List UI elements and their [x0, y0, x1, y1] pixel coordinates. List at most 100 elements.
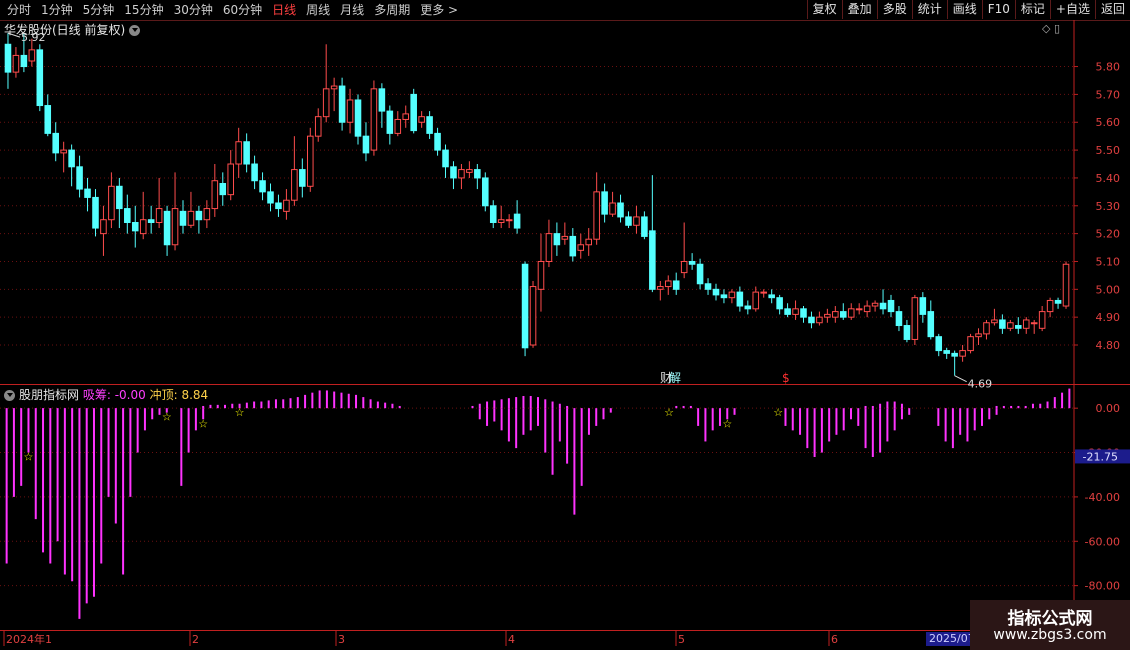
indicator-tick-label: 0.00 [1096, 402, 1121, 415]
candle-up [12, 54, 20, 73]
candle-down [712, 288, 720, 296]
candle-up [139, 219, 147, 235]
candle-down [784, 308, 791, 315]
date-label: 2024年1 [6, 632, 52, 646]
candle-up [561, 235, 569, 240]
star-icon: ☆ [235, 406, 245, 419]
price-tick-label: 5.50 [1096, 144, 1121, 157]
event-marker-unlock: 解 [669, 371, 681, 385]
date-label: 3 [338, 633, 345, 646]
candle-up [585, 238, 592, 246]
candle-down [275, 202, 282, 210]
price-tick-label: 5.60 [1096, 116, 1121, 129]
candle-down [92, 196, 99, 229]
candle-up [466, 169, 473, 173]
star-icon: ☆ [664, 406, 674, 419]
candle-down [338, 85, 346, 123]
candle-up [871, 302, 879, 307]
candle-down [386, 110, 394, 134]
candle-down [839, 311, 847, 318]
candle-up [752, 291, 760, 310]
diamond-icon[interactable]: ◇ [1042, 22, 1050, 35]
candle-down [1054, 299, 1062, 304]
candle-down [147, 219, 155, 223]
candle-down [20, 54, 28, 68]
star-icon: ☆ [722, 417, 732, 430]
candle-down [521, 263, 529, 349]
indicator-tick-label: -60.00 [1085, 535, 1120, 548]
candle-down [362, 135, 370, 154]
candle-up [28, 49, 36, 62]
candle-down [641, 216, 648, 237]
candle-up [855, 308, 863, 311]
price-tick-label: 5.20 [1096, 228, 1121, 241]
candle-up [100, 219, 107, 235]
candle-down [704, 283, 712, 290]
indicator-tick-label: -80.00 [1085, 580, 1120, 593]
candle-up [609, 202, 616, 215]
candle-down [569, 235, 577, 257]
candle-up [155, 208, 163, 223]
indicator-value-top: 冲顶: 8.84 [149, 388, 209, 402]
candle-down [935, 336, 943, 352]
candle-down [124, 208, 131, 223]
candle-up [529, 286, 537, 346]
candle-up [816, 316, 823, 324]
date-label: 5 [678, 633, 685, 646]
candle-up [330, 85, 338, 90]
chevron-down-icon[interactable] [4, 390, 15, 401]
candle-down [434, 132, 441, 151]
candle-down [482, 177, 489, 207]
candle-down [259, 180, 266, 193]
candle-up [394, 118, 402, 134]
candle-down [736, 291, 744, 307]
candle-down [768, 294, 775, 299]
candle-down [951, 352, 958, 357]
watermark: 指标公式网 www.zbgs3.com [970, 600, 1130, 650]
candle-down [378, 88, 386, 112]
candle-up [1030, 322, 1038, 325]
candle-up [1046, 299, 1054, 313]
candle-down [927, 311, 935, 338]
watermark-url: www.zbgs3.com [993, 627, 1107, 643]
candle-down [4, 43, 12, 73]
candle-up [370, 88, 378, 151]
candle-down [116, 185, 123, 210]
candle-down [776, 297, 783, 310]
candle-up [505, 219, 513, 222]
candle-down [68, 149, 75, 168]
chevron-down-icon[interactable] [129, 25, 141, 36]
candle-down [450, 166, 457, 179]
candle-down [426, 116, 433, 134]
candle-up [1007, 322, 1014, 329]
candle-down [808, 316, 815, 324]
candle-down [474, 169, 481, 179]
candle-down [919, 297, 927, 315]
candle-down [696, 263, 704, 285]
candle-up [911, 297, 919, 340]
candle-down [44, 105, 52, 134]
main-chart-title: 华发股份(日线 前复权) [4, 21, 141, 38]
candle-up [792, 308, 799, 315]
candle-up [975, 333, 982, 338]
low-marker-line [954, 375, 967, 383]
candle-up [657, 286, 664, 290]
watermark-title: 指标公式网 [1007, 609, 1093, 629]
window-icon[interactable]: ▯ [1054, 22, 1060, 35]
price-tick-label: 5.00 [1096, 283, 1121, 296]
kline-chart[interactable]: 4.80 4.90 5.00 5.10 5.20 5.30 5.40 5.50 5.60 5.70… [0, 0, 1130, 650]
candle-down [179, 210, 187, 226]
price-tick-label: 4.90 [1096, 311, 1121, 324]
candle-up [203, 208, 211, 221]
candle-down [195, 210, 203, 221]
stock-title: 华发股份(日线 前复权) [4, 23, 126, 37]
candle-down [601, 191, 608, 215]
candle-up [306, 135, 314, 187]
candle-down [36, 49, 44, 107]
star-icon: ☆ [773, 406, 783, 419]
candle-down [84, 188, 91, 198]
candle-down [163, 210, 171, 246]
candle-up [760, 291, 768, 294]
candle-up [728, 291, 736, 299]
candle-up [537, 260, 545, 290]
